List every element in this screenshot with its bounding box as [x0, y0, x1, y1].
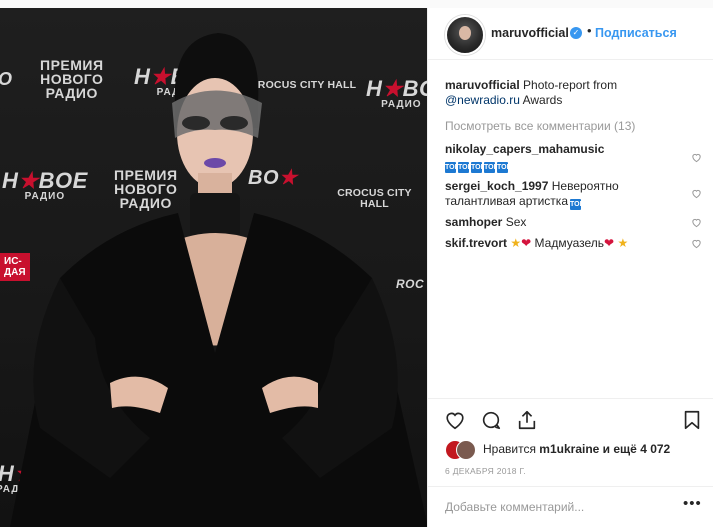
comment-username[interactable]: nikolay_capers_mahamusic [445, 142, 604, 156]
like-small-icon[interactable] [691, 152, 702, 163]
comment-username[interactable]: samhoper [445, 215, 502, 229]
username-link[interactable]: maruvofficial [491, 26, 569, 40]
post-actions [428, 398, 713, 438]
likes-user-link[interactable]: m1ukraine [539, 442, 599, 456]
caption-text: Photo-report from [523, 78, 618, 92]
mention-link[interactable]: @newradio.ru [445, 93, 520, 107]
share-icon[interactable] [516, 409, 538, 431]
person-figure [10, 33, 427, 527]
view-all-comments-label: Посмотреть все комментарии (13) [445, 119, 636, 133]
like-small-icon[interactable] [691, 238, 702, 249]
top-emoji: TOP [458, 162, 473, 173]
top-emoji: TOP [445, 162, 460, 173]
like-small-icon[interactable] [691, 217, 702, 228]
comment-text: Sex [505, 215, 527, 229]
add-comment-bar: ••• [428, 486, 713, 527]
view-all-comments-link[interactable]: Посмотреть все комментарии (13) [445, 119, 690, 134]
post-header: maruvofficial ✓ • Подписаться [428, 8, 713, 60]
comments-section: maruvofficial Photo-report from @newradi… [428, 60, 713, 400]
comment-item: samhoper Sex [445, 215, 690, 230]
comment-text: Мадмуазель [534, 236, 605, 250]
comment-username[interactable]: sergei_koch_1997 [445, 179, 548, 193]
heart-emoji: ❤ [604, 236, 615, 250]
avatar[interactable] [445, 15, 485, 55]
follow-button[interactable]: Подписаться [595, 26, 677, 40]
likes-suffix[interactable]: и ещё 4 072 [603, 442, 671, 456]
post-photo[interactable]: ПРЕМИЯ НОВОГО РАДИО H★BOEРАДИО CROCUS CI… [0, 8, 427, 527]
star-emoji: ★ [617, 236, 629, 250]
header-separator: • [587, 23, 592, 38]
comment-item: nikolay_capers_mahamusic TOPTOPTOPTOPTOP [445, 142, 690, 173]
like-small-icon[interactable] [691, 188, 702, 199]
top-emoji: TOP [471, 162, 486, 173]
likes-count: Нравится m1ukraine и ещё 4 072 [483, 442, 670, 456]
likes-prefix: Нравится [483, 442, 536, 456]
post-side-panel: maruvofficial ✓ • Подписаться maruvoffic… [427, 8, 713, 527]
top-emoji: TOP [497, 162, 512, 173]
comment-item: skif.trevort ★❤ Мадмуазель❤ ★ [445, 236, 690, 251]
caption-username[interactable]: maruvofficial [445, 78, 520, 92]
post-date: 6 ДЕКАБРЯ 2018 Г. [445, 466, 526, 476]
bookmark-icon[interactable] [681, 409, 703, 431]
more-options-button[interactable]: ••• [683, 495, 702, 512]
heart-emoji: ❤ [521, 236, 532, 250]
comment-item: sergei_koch_1997 Невероятно талантливая … [445, 179, 690, 210]
star-emoji: ★ [510, 236, 522, 250]
verified-icon: ✓ [570, 27, 582, 39]
post-caption: maruvofficial Photo-report from @newradi… [445, 78, 690, 108]
caption-text-end: Awards [522, 93, 563, 107]
top-emoji: TOP [484, 162, 499, 173]
heart-icon[interactable] [444, 409, 466, 431]
comment-input[interactable] [445, 498, 675, 516]
comment-username[interactable]: skif.trevort [445, 236, 507, 250]
comment-icon[interactable] [480, 409, 502, 431]
top-emoji: TOP [570, 199, 585, 210]
liker-avatars[interactable] [445, 440, 476, 460]
